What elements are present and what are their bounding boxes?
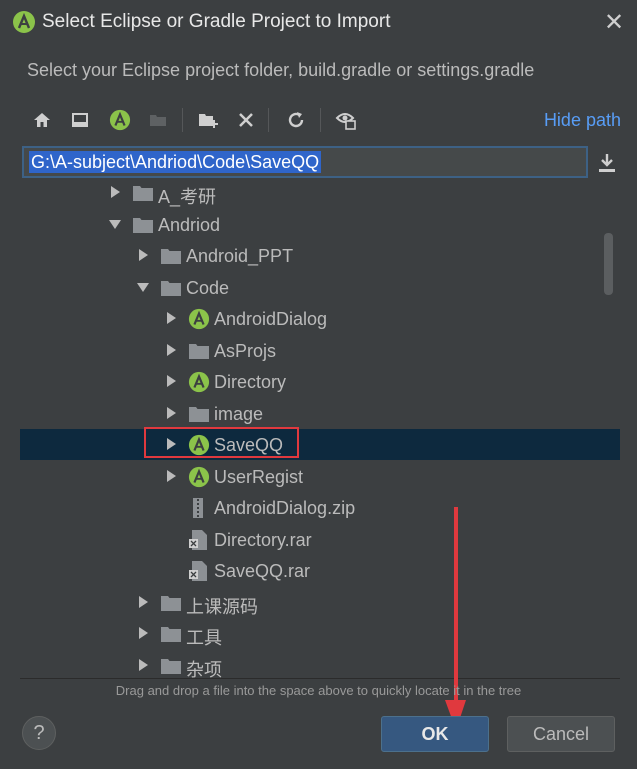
tree-row-label: image (214, 403, 264, 424)
tree-row-label: 工具 (186, 628, 222, 648)
toolbar-separator (268, 108, 269, 132)
cancel-button[interactable]: Cancel (507, 716, 615, 752)
archive-file-icon (188, 529, 210, 551)
tree-row[interactable]: Directory.rar (20, 524, 620, 555)
tree-row-label: Directory (214, 372, 287, 392)
tree-row[interactable]: Code (20, 272, 620, 303)
collapsed-arrow-icon[interactable] (136, 658, 150, 672)
tree-row-label: Android_PPT (186, 246, 294, 266)
tree-row[interactable]: AsProjs (20, 335, 620, 366)
collapsed-arrow-icon[interactable] (164, 343, 178, 357)
android-project-icon (188, 308, 210, 330)
help-button[interactable]: ? (22, 716, 56, 750)
hide-path-link[interactable]: Hide path (544, 110, 621, 131)
android-project-icon[interactable] (104, 104, 136, 136)
tree-row[interactable]: UserRegist (20, 461, 620, 492)
tree-row-label: SaveQQ.rar (214, 561, 311, 581)
new-folder-icon[interactable] (192, 104, 224, 136)
tree-row[interactable]: Directory (20, 366, 620, 397)
collapsed-arrow-icon[interactable] (136, 626, 150, 640)
directory-tree[interactable]: A_考研 Andriod Android_PPT Code AndroidDialog A… (20, 182, 620, 679)
tree-row[interactable]: A_考研 (20, 182, 620, 208)
drag-drop-hint: Drag and drop a file into the space abov… (115, 683, 522, 698)
delete-icon[interactable] (230, 104, 262, 136)
collapsed-arrow-icon[interactable] (164, 311, 178, 325)
folder-icon (160, 655, 182, 677)
show-hidden-icon[interactable] (330, 104, 362, 136)
collapsed-arrow-icon[interactable] (108, 185, 122, 199)
module-folder-icon (142, 104, 174, 136)
folder-icon (132, 214, 154, 236)
android-project-icon (188, 466, 210, 488)
tree-row-label: AndroidDialog (214, 309, 328, 329)
collapsed-arrow-icon[interactable] (164, 469, 178, 483)
folder-icon (160, 592, 182, 614)
tree-row-label: 上课源码 (186, 596, 258, 617)
tree-row[interactable]: SaveQQ (20, 429, 620, 460)
folder-icon (160, 245, 182, 267)
close-icon[interactable]: ✕ (601, 10, 627, 36)
tree-row[interactable]: AndroidDialog (20, 303, 620, 334)
tree-row-label: AsProjs (214, 340, 277, 361)
tree-row[interactable]: AndroidDialog.zip (20, 492, 620, 523)
collapsed-arrow-icon[interactable] (136, 248, 150, 262)
toolbar-separator (182, 108, 183, 132)
dialog-description: Select your Eclipse project folder, buil… (27, 60, 535, 80)
folder-icon (160, 623, 182, 645)
ok-button[interactable]: OK (381, 716, 489, 752)
folder-icon (160, 277, 182, 299)
tree-row[interactable]: 杂项 (20, 650, 620, 679)
archive-file-icon (188, 560, 210, 582)
desktop-icon[interactable] (64, 104, 96, 136)
dialog-title: Select Eclipse or Gradle Project to Impo… (42, 11, 391, 32)
tree-row-label: AndroidDialog.zip (214, 498, 356, 518)
zip-file-icon (188, 497, 210, 519)
android-studio-icon (13, 11, 35, 33)
home-icon[interactable] (26, 104, 58, 136)
tree-scrollbar[interactable] (604, 233, 613, 295)
android-project-icon (188, 371, 210, 393)
collapsed-arrow-icon[interactable] (164, 374, 178, 388)
refresh-icon[interactable] (280, 104, 312, 136)
toolbar-separator (320, 108, 321, 132)
title-bar: Select Eclipse or Gradle Project to Impo… (0, 0, 637, 46)
folder-icon (132, 182, 154, 204)
download-icon[interactable] (596, 151, 618, 175)
folder-icon (188, 340, 210, 362)
tree-row[interactable]: Android_PPT (20, 240, 620, 271)
tree-row[interactable]: SaveQQ.rar (20, 555, 620, 586)
tree-row[interactable]: 工具 (20, 618, 620, 649)
annotation-arrow (445, 507, 466, 730)
path-input-value[interactable]: G:\A-subject\Andriod\Code\SaveQQ (29, 151, 322, 173)
tree-row-label: Andriod (158, 214, 221, 235)
folder-icon (188, 403, 210, 425)
tree-row[interactable]: image (20, 398, 620, 429)
file-chooser-toolbar (22, 104, 622, 136)
tree-row-label: A_考研 (158, 187, 217, 207)
tree-row-label: UserRegist (214, 466, 304, 487)
tree-row[interactable]: 上课源码 (20, 587, 620, 618)
tree-row-label: 杂项 (186, 659, 222, 679)
collapsed-arrow-icon[interactable] (136, 595, 150, 609)
tree-row-label: Directory.rar (214, 529, 312, 550)
collapsed-arrow-icon[interactable] (164, 406, 178, 420)
expanded-arrow-icon[interactable] (108, 217, 122, 231)
tree-row[interactable]: Andriod (20, 209, 620, 240)
expanded-arrow-icon[interactable] (136, 280, 150, 294)
path-field[interactable]: G:\A-subject\Andriod\Code\SaveQQ (22, 146, 588, 178)
annotation-highlight-box (144, 427, 299, 458)
tree-row-label: Code (186, 277, 230, 298)
